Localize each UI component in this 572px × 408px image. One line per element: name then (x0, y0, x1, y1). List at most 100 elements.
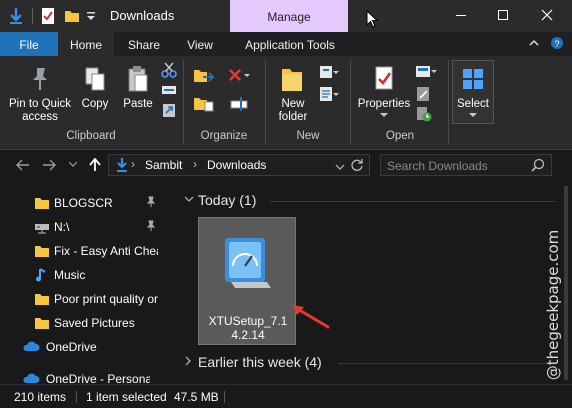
quick-access-down-arrow-icon[interactable] (8, 6, 24, 26)
history-icon[interactable] (414, 106, 434, 122)
recent-locations-icon[interactable] (64, 156, 82, 174)
tab-view[interactable]: View (178, 32, 222, 56)
item-count: 210 items (14, 390, 67, 404)
pin-icon (146, 220, 156, 235)
breadcrumb-chevron-icon: › (131, 157, 135, 171)
copy-to-icon[interactable] (192, 96, 216, 112)
tab-share[interactable]: Share (118, 32, 170, 56)
selection-size: 47.5 MB (174, 390, 219, 404)
copy-label: Copy (81, 98, 109, 110)
properties-icon (373, 62, 395, 96)
mouse-cursor-icon (366, 9, 379, 31)
chevron-right-icon (184, 356, 198, 369)
customize-quick-access-icon[interactable] (86, 6, 96, 26)
new-folder-quick-icon[interactable] (64, 6, 80, 26)
close-button[interactable] (532, 4, 562, 26)
breadcrumb-chevron-icon: › (193, 157, 197, 171)
rename-icon[interactable] (230, 96, 250, 112)
new-item-icon[interactable] (318, 64, 340, 80)
open-icon[interactable] (414, 64, 438, 80)
edit-icon[interactable] (414, 86, 434, 102)
group-header-today[interactable]: Today (1) (184, 192, 256, 208)
back-arrow-icon[interactable] (14, 156, 32, 174)
tab-home[interactable]: Home (58, 32, 114, 56)
file-name: XTUSetup_7.14.2.14 (208, 314, 288, 342)
nav-item-n-drive[interactable]: N:\ (0, 216, 168, 238)
nav-pane-scrollbar[interactable] (168, 180, 178, 384)
collapse-ribbon-icon[interactable] (528, 36, 540, 53)
organize-group-label: Organize (200, 130, 248, 142)
search-icon (531, 158, 545, 175)
status-separator (224, 391, 225, 403)
tab-file[interactable]: File (0, 32, 58, 56)
title-separator (32, 8, 33, 24)
folder-icon (34, 315, 50, 334)
select-button[interactable]: Select (452, 62, 494, 119)
group-header-label: Earlier this week (4) (198, 354, 322, 370)
properties-button[interactable]: Properties (354, 62, 414, 119)
address-dropdown-icon[interactable] (335, 160, 345, 174)
minimize-button[interactable] (446, 4, 476, 26)
properties-quick-icon[interactable] (40, 6, 56, 26)
clipboard-group-label: Clipboard (66, 130, 116, 142)
cloud-icon (22, 339, 40, 356)
copy-button[interactable]: Copy (76, 62, 114, 111)
nav-item-poor-print-quality[interactable]: Poor print quality or (0, 288, 168, 310)
status-bar: 210 items 1 item selected 47.5 MB (0, 384, 572, 408)
ribbon-tab-bar: File Home Share View Application Tools ? (0, 32, 572, 56)
tab-application-tools[interactable]: Application Tools (232, 32, 348, 56)
properties-label: Properties (357, 98, 411, 110)
pin-icon (146, 196, 156, 211)
nav-item-label: Saved Pictures (54, 316, 135, 330)
delete-icon[interactable] (226, 68, 252, 84)
ribbon-tab-icons: ? (528, 36, 564, 53)
new-folder-button[interactable]: New folder (268, 62, 318, 124)
window-title: Downloads (110, 8, 175, 23)
breadcrumb-downloads[interactable]: Downloads (207, 158, 266, 172)
annotation-arrow-icon (290, 303, 332, 334)
cut-icon[interactable] (160, 62, 178, 78)
ribbon: Pin to Quick access Copy Paste Clipboard… (0, 56, 572, 150)
paste-shortcut-icon[interactable] (160, 102, 178, 118)
new-group-label: New (296, 130, 320, 142)
tab-manage[interactable]: Manage (230, 0, 348, 32)
music-icon (34, 267, 50, 286)
group-header-label: Today (1) (198, 192, 257, 208)
nav-item-label: Fix - Easy Anti Chea (54, 244, 158, 258)
breadcrumb-sambit[interactable]: Sambit (145, 158, 182, 172)
pin-to-quick-access-label: Pin to Quick access (9, 98, 71, 123)
maximize-button[interactable] (488, 4, 518, 26)
refresh-icon[interactable] (350, 158, 364, 175)
chevron-down-icon (184, 195, 198, 206)
copy-icon (84, 62, 106, 96)
select-grid-icon (462, 62, 484, 96)
nav-item-blogscr[interactable]: BLOGSCR (0, 192, 168, 214)
nav-item-saved-pictures[interactable]: Saved Pictures (0, 312, 168, 334)
watermark-text: @thegeekpage.com (544, 229, 562, 381)
status-separator (76, 391, 77, 403)
nav-item-music[interactable]: Music (0, 264, 168, 286)
open-group-label: Open (385, 130, 415, 142)
file-item-xtusetup[interactable]: XTUSetup_7.14.2.14 (198, 217, 296, 345)
address-bar[interactable]: › Sambit › Downloads (108, 154, 370, 176)
pin-to-quick-access-button[interactable]: Pin to Quick access (4, 62, 76, 124)
nav-item-fix-easy-anti-cheat[interactable]: Fix - Easy Anti Chea (0, 240, 168, 262)
forward-arrow-icon[interactable] (40, 156, 58, 174)
paste-label: Paste (123, 98, 153, 110)
easy-access-icon[interactable] (318, 86, 340, 102)
up-arrow-icon[interactable] (86, 156, 104, 174)
folder-icon (34, 291, 50, 310)
group-header-earlier-this-week[interactable]: Earlier this week (4) (184, 354, 322, 370)
move-to-icon[interactable] (192, 68, 216, 84)
nav-item-label: N:\ (54, 220, 70, 234)
nav-item-onedrive[interactable]: OneDrive (0, 336, 168, 358)
selection-count: 1 item selected (86, 390, 167, 404)
folder-icon (34, 243, 50, 262)
search-input[interactable]: Search Downloads (380, 154, 552, 176)
downloads-location-icon (115, 157, 129, 176)
copy-path-icon[interactable] (160, 82, 178, 98)
help-icon[interactable]: ? (550, 36, 564, 53)
paste-button[interactable]: Paste (118, 62, 158, 111)
nav-item-label: OneDrive (46, 340, 97, 354)
nav-item-label: Poor print quality or (54, 292, 158, 306)
